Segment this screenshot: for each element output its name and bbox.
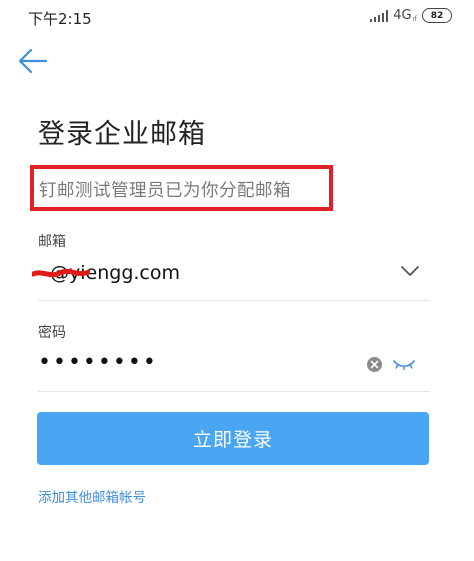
status-indicators: 4G ıf 82: [370, 8, 452, 23]
eye-closed-icon[interactable]: [393, 358, 415, 370]
email-divider: [38, 300, 430, 301]
back-arrow-icon[interactable]: [18, 48, 48, 74]
password-label: 密码: [38, 325, 66, 341]
password-divider: [38, 391, 430, 392]
add-account-link[interactable]: 添加其他邮箱帐号: [38, 486, 146, 506]
assignment-hint: 钉邮测试管理员已为你分配邮箱: [39, 181, 291, 201]
clear-icon[interactable]: [367, 357, 382, 372]
redaction-scribble: [32, 268, 90, 278]
hint-highlight-box: 钉邮测试管理员已为你分配邮箱: [30, 165, 333, 211]
signal-icon: [370, 9, 389, 22]
email-label: 邮箱: [38, 234, 66, 250]
status-bar: 下午2:15 4G ıf 82: [0, 0, 474, 32]
network-type: 4G: [393, 8, 412, 23]
network-activity: ıf: [412, 14, 417, 23]
page-title: 登录企业邮箱: [38, 119, 206, 150]
login-button[interactable]: 立即登录: [37, 412, 429, 465]
password-input[interactable]: ••••••••: [38, 350, 158, 375]
status-time: 下午2:15: [28, 10, 92, 28]
chevron-down-icon[interactable]: [400, 264, 420, 278]
battery-icon: 82: [422, 8, 452, 23]
